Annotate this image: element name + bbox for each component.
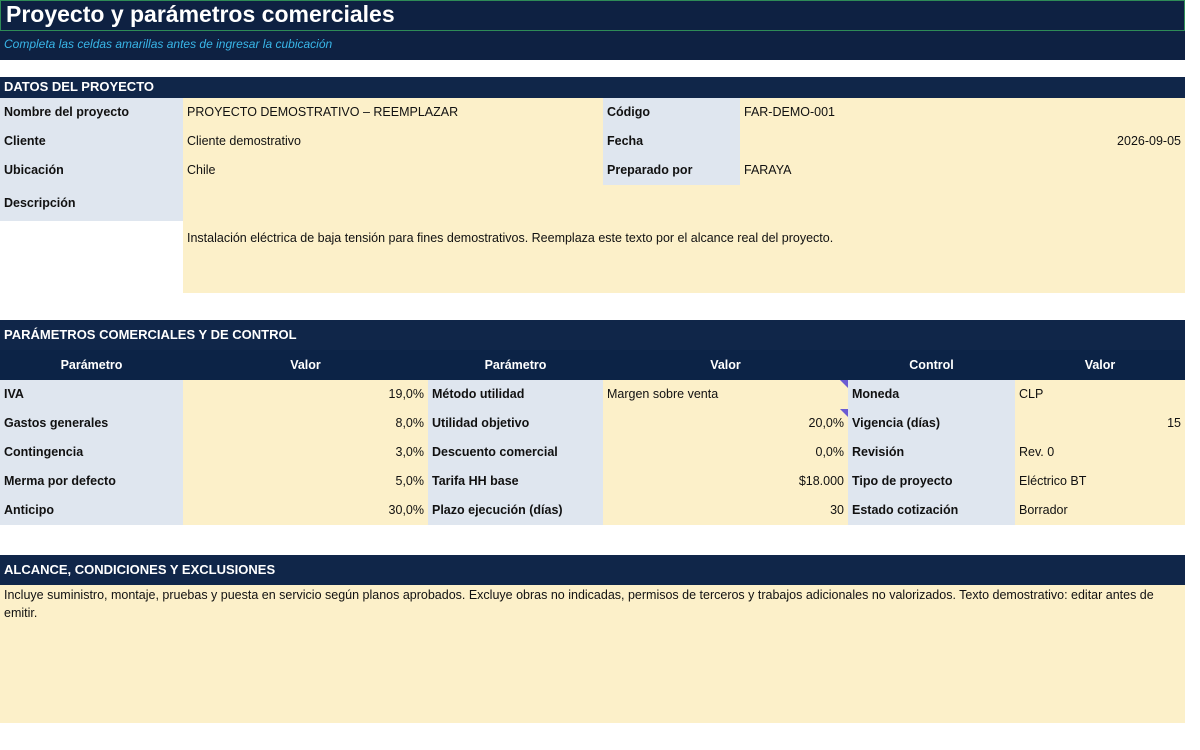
column-header-valor-1: Valor [183, 350, 428, 380]
scope-cell[interactable]: Incluye suministro, montaje, pruebas y p… [0, 585, 1185, 723]
param-value[interactable]: 0,0% [603, 438, 848, 467]
param-value[interactable]: 8,0% [183, 409, 428, 438]
param-value[interactable]: 5,0% [183, 467, 428, 496]
param-label: Anticipo [0, 496, 183, 525]
description-value: Instalación eléctrica de baja tensión pa… [187, 231, 834, 245]
project-code-label: Código [603, 98, 740, 127]
prepared-by-label: Preparado por [603, 156, 740, 185]
client-label: Cliente [0, 127, 183, 156]
param-value[interactable]: Margen sobre venta [603, 380, 848, 409]
param-value[interactable]: 20,0% [603, 409, 848, 438]
commercial-section-header: PARÁMETROS COMERCIALES Y DE CONTROL [0, 320, 1185, 350]
param-label: Tarifa HH base [428, 467, 603, 496]
param-value[interactable]: 30,0% [183, 496, 428, 525]
description-cell[interactable]: Instalación eléctrica de baja tensión pa… [183, 185, 1185, 293]
project-name-value[interactable]: PROYECTO DEMOSTRATIVO – REEMPLAZAR [183, 98, 603, 127]
param-label: IVA [0, 380, 183, 409]
comment-indicator-icon[interactable] [840, 380, 848, 388]
control-value[interactable]: 15 [1015, 409, 1185, 438]
project-section-header: DATOS DEL PROYECTO [0, 77, 1185, 99]
column-header-control: Control [848, 350, 1015, 380]
date-value[interactable]: 2026-09-05 [740, 127, 1185, 156]
param-label: Utilidad objetivo [428, 409, 603, 438]
location-value[interactable]: Chile [183, 156, 603, 185]
column-header-parametro-2: Parámetro [428, 350, 603, 380]
prepared-by-value[interactable]: FARAYA [740, 156, 1185, 185]
control-value[interactable]: Rev. 0 [1015, 438, 1185, 467]
param-label: Plazo ejecución (días) [428, 496, 603, 525]
control-value[interactable]: Borrador [1015, 496, 1185, 525]
param-value[interactable]: 30 [603, 496, 848, 525]
location-label: Ubicación [0, 156, 183, 185]
column-header-parametro-1: Parámetro [0, 350, 183, 380]
param-label: Descuento comercial [428, 438, 603, 467]
param-label: Método utilidad [428, 380, 603, 409]
scope-section-header: ALCANCE, CONDICIONES Y EXCLUSIONES [0, 555, 1185, 585]
project-code-value[interactable]: FAR-DEMO-001 [740, 98, 1185, 127]
control-label: Tipo de proyecto [848, 467, 1015, 496]
client-value[interactable]: Cliente demostrativo [183, 127, 603, 156]
control-label: Vigencia (días) [848, 409, 1015, 438]
comment-indicator-icon[interactable] [840, 409, 848, 417]
control-value[interactable]: CLP [1015, 380, 1185, 409]
scope-text: Incluye suministro, montaje, pruebas y p… [4, 588, 1154, 620]
param-value[interactable]: 19,0% [183, 380, 428, 409]
date-label: Fecha [603, 127, 740, 156]
control-value[interactable]: Eléctrico BT [1015, 467, 1185, 496]
param-label: Merma por defecto [0, 467, 183, 496]
sheet-title[interactable]: Proyecto y parámetros comerciales [0, 0, 1185, 31]
column-header-valor-2: Valor [603, 350, 848, 380]
control-label: Estado cotización [848, 496, 1015, 525]
description-label: Descripción [0, 185, 183, 221]
param-value[interactable]: $18.000 [603, 467, 848, 496]
control-label: Moneda [848, 380, 1015, 409]
param-label: Contingencia [0, 438, 183, 467]
sheet-subtitle: Completa las celdas amarillas antes de i… [0, 31, 1185, 60]
control-label: Revisión [848, 438, 1015, 467]
param-value[interactable]: 3,0% [183, 438, 428, 467]
column-header-valor-3: Valor [1015, 350, 1185, 380]
param-label: Gastos generales [0, 409, 183, 438]
project-name-label: Nombre del proyecto [0, 98, 183, 127]
